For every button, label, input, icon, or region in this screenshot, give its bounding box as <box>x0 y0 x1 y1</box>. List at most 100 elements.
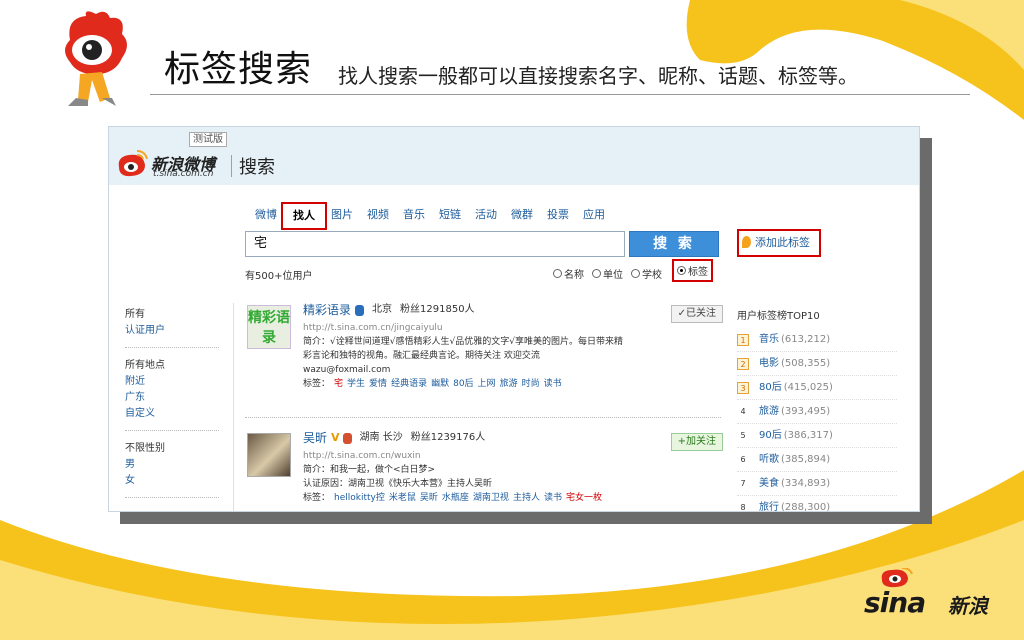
search-tabs: 微博 找人 图片 视频 音乐 短链 活动 微群 投票 应用 <box>255 202 619 230</box>
filter-custom[interactable]: 自定义 <box>125 406 219 422</box>
tab-apps[interactable]: 应用 <box>583 206 605 230</box>
rank-badge: 4 <box>740 406 746 416</box>
tag-link[interactable]: 湖南卫视 <box>473 493 509 503</box>
ranking-tag[interactable]: 旅行 <box>759 496 779 511</box>
weibo-search-screenshot: 测试版 新浪微博 t.sina.com.cn 搜索 微博 找人 图片 视频 音乐… <box>108 126 920 512</box>
tag-link[interactable]: 学生 <box>347 379 365 389</box>
tag-link[interactable]: 经典语录 <box>391 379 427 389</box>
radio-label: 学校 <box>642 270 662 281</box>
tag-link[interactable]: 宅 <box>334 379 343 389</box>
tag-link[interactable]: 读书 <box>544 379 562 389</box>
male-icon <box>355 304 365 316</box>
radio-company[interactable]: 单位 <box>592 265 623 282</box>
tab-polls[interactable]: 投票 <box>547 206 569 230</box>
tag-link[interactable]: 宅女一枚 <box>566 493 602 503</box>
radio-label: 单位 <box>603 270 623 281</box>
result-name[interactable]: 精彩语录 <box>303 301 351 319</box>
weibo-logo-icon[interactable] <box>115 149 149 179</box>
filter-nearby[interactable]: 附近 <box>125 374 219 390</box>
title-divider <box>150 94 970 95</box>
result-url[interactable]: http://t.sina.com.cn/wuxin <box>303 449 723 463</box>
tag-link[interactable]: 幽默 <box>431 379 449 389</box>
search-button[interactable]: 搜 索 <box>629 231 719 257</box>
tags-label: 标签： <box>303 379 331 389</box>
filter-any-gender[interactable]: 不限性别 <box>125 441 219 457</box>
ranking-count: (385,894) <box>781 454 831 465</box>
ranking-count: (288,300) <box>781 502 831 512</box>
tab-people[interactable]: 找人 <box>281 202 327 230</box>
radio-dot <box>592 269 601 278</box>
tab-images[interactable]: 图片 <box>331 206 353 230</box>
tag-link[interactable]: hellokitty控 <box>334 493 385 503</box>
ranking-tag[interactable]: 音乐 <box>759 328 779 351</box>
rank-badge: 5 <box>740 430 746 440</box>
filter-all-locations[interactable]: 所有地点 <box>125 358 219 374</box>
avatar[interactable] <box>247 433 291 477</box>
tag-ranking-title: 用户标签榜TOP10 <box>737 311 820 322</box>
tag-link[interactable]: 时尚 <box>522 379 540 389</box>
ranking-tag[interactable]: 90后 <box>759 424 782 447</box>
result-intro: 简介：和我一起，做个<白日梦> <box>303 465 436 475</box>
weibo-header: 测试版 新浪微博 t.sina.com.cn 搜索 <box>109 127 919 185</box>
tab-events[interactable]: 活动 <box>475 206 497 230</box>
slide: 标签搜索 找人搜索一般都可以直接搜索名字、昵称、话题、标签等。 测试版 新浪微博… <box>0 0 1024 640</box>
result-fans: 粉丝1291850人 <box>400 304 475 315</box>
tab-groups[interactable]: 微群 <box>511 206 533 230</box>
rank-badge: 2 <box>737 357 749 370</box>
tag-link[interactable]: 主持人 <box>513 493 540 503</box>
radio-school[interactable]: 学校 <box>631 265 662 282</box>
tag-link[interactable]: 米老鼠 <box>389 493 416 503</box>
radio-dot <box>677 266 686 275</box>
filter-group-gender: 不限性别 男 女 <box>125 441 219 498</box>
sina-brand-en: sina <box>864 586 926 619</box>
filter-male[interactable]: 男 <box>125 457 219 473</box>
radio-tag[interactable]: 标签 <box>672 259 713 282</box>
radio-label: 名称 <box>564 270 584 281</box>
tab-music[interactable]: 音乐 <box>403 206 425 230</box>
tag-link[interactable]: 读书 <box>544 493 562 503</box>
result-divider <box>245 417 721 418</box>
ranking-row: 3 80后 (415,025) <box>737 376 897 400</box>
radio-name[interactable]: 名称 <box>553 265 584 282</box>
tag-link[interactable]: 上网 <box>478 379 496 389</box>
tags-label: 标签： <box>303 493 331 503</box>
result-fans: 粉丝1239176人 <box>410 432 486 443</box>
ranking-count: (508,355) <box>781 358 831 369</box>
ranking-row: 2 电影 (508,355) <box>737 352 897 376</box>
tab-video[interactable]: 视频 <box>367 206 389 230</box>
filter-guangdong[interactable]: 广东 <box>125 390 219 406</box>
result-tags: 标签： hellokitty控 米老鼠 吴昕 水瓶座 湖南卫视 主持人 读书 宅女一枚 <box>303 491 723 505</box>
tag-link[interactable]: 80后 <box>453 379 473 389</box>
sina-brand-cn: 新浪 <box>948 594 988 618</box>
tag-link[interactable]: 水瓶座 <box>442 493 469 503</box>
tag-link[interactable]: 吴昕 <box>420 493 438 503</box>
radio-dot <box>553 269 562 278</box>
result-tags: 标签：宅学生 爱情 经典语录 幽默 80后 上网 旅游 时尚 读书 <box>303 377 723 391</box>
filter-all[interactable]: 所有 <box>125 307 219 323</box>
tab-shortlink[interactable]: 短链 <box>439 206 461 230</box>
ranking-tag[interactable]: 听歌 <box>759 448 779 471</box>
ranking-tag[interactable]: 旅游 <box>759 400 779 423</box>
tag-link[interactable]: 旅游 <box>500 379 518 389</box>
ranking-tag[interactable]: 美食 <box>759 472 779 495</box>
follow-button[interactable]: +加关注 <box>670 433 723 451</box>
rank-badge: 3 <box>737 381 749 394</box>
result-url[interactable]: http://t.sina.com.cn/jingcaiyulu <box>303 321 723 335</box>
ranking-tag[interactable]: 电影 <box>759 352 779 375</box>
verified-icon: V <box>331 431 340 444</box>
filter-female[interactable]: 女 <box>125 473 219 489</box>
result-name[interactable]: 吴昕 <box>303 429 327 447</box>
following-button[interactable]: ✓已关注 <box>670 305 723 323</box>
add-tag-button[interactable]: 添加此标签 <box>737 229 821 257</box>
filter-verified[interactable]: 认证用户 <box>125 323 219 339</box>
ranking-count: (386,317) <box>783 430 833 441</box>
search-input[interactable]: 宅 <box>245 231 625 257</box>
result-intro-cont: 彩言论和独特的视角。融汇最经典言论。期待关注 欢迎交流 <box>303 351 540 361</box>
result-location: 湖南 长沙 <box>359 432 403 443</box>
avatar[interactable]: 精彩语录 <box>247 305 291 349</box>
rank-badge: 8 <box>740 502 746 512</box>
tag-link[interactable]: 爱情 <box>369 379 387 389</box>
rank-badge: 1 <box>737 333 749 346</box>
ranking-tag[interactable]: 80后 <box>759 376 782 399</box>
tab-weibo[interactable]: 微博 <box>255 206 277 230</box>
